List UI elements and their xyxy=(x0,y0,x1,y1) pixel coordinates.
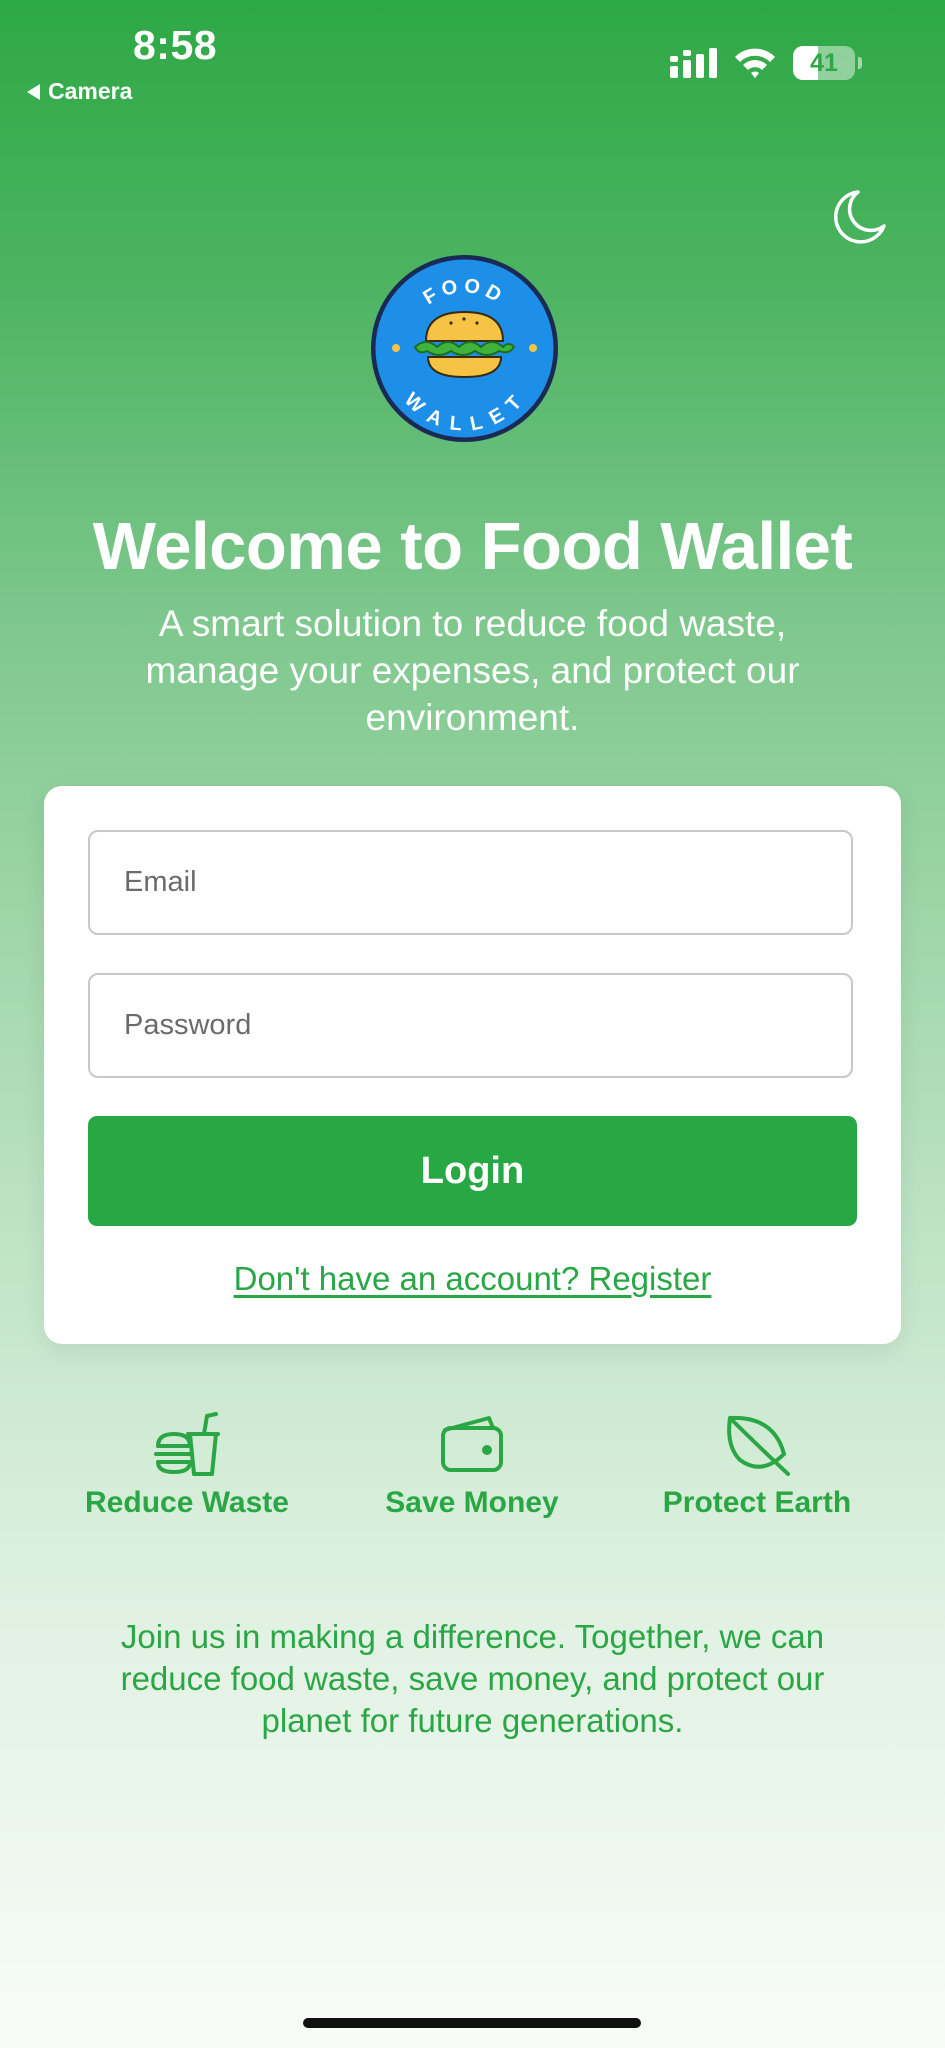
page-title: Welcome to Food Wallet xyxy=(92,509,853,584)
leaf-icon xyxy=(727,1415,790,1476)
password-field[interactable] xyxy=(88,973,853,1078)
subtitle-line: manage your expenses, and protect our xyxy=(145,650,800,691)
food-wallet-logo: FOOD WALLET xyxy=(371,255,558,442)
footer-line: reduce food waste, save money, and prote… xyxy=(120,1660,825,1697)
footer-line: Join us in making a difference. Together… xyxy=(120,1618,825,1655)
back-label: Camera xyxy=(48,78,133,104)
battery-icon: 41 xyxy=(793,46,863,82)
feature-save-money: Save Money xyxy=(342,1410,602,1520)
footer-line: planet for future generations. xyxy=(261,1702,684,1739)
feature-label: Protect Earth xyxy=(662,1486,852,1519)
register-link[interactable]: Don't have an account? Register xyxy=(44,1260,901,1298)
cellular-signal-icon xyxy=(670,48,717,78)
wifi-icon xyxy=(735,48,775,78)
footer-message: Join us in making a difference. Together… xyxy=(70,1616,875,1742)
login-card: Login Don't have an account? Register xyxy=(44,786,901,1344)
back-arrow-icon xyxy=(27,83,40,100)
status-time: 8:58 xyxy=(133,22,218,68)
subtitle-line: A smart solution to reduce food waste, xyxy=(158,603,787,644)
email-field[interactable] xyxy=(88,830,853,935)
fast-food-icon xyxy=(154,1412,220,1476)
login-button[interactable]: Login xyxy=(88,1116,857,1226)
back-to-camera-link[interactable]: Camera xyxy=(27,78,132,105)
subtitle-line: environment. xyxy=(365,697,580,738)
home-indicator[interactable] xyxy=(303,2018,641,2028)
feature-protect-earth: Protect Earth xyxy=(627,1410,887,1520)
feature-reduce-waste: Reduce Waste xyxy=(57,1410,317,1520)
feature-label: Save Money xyxy=(385,1486,559,1519)
feature-label: Reduce Waste xyxy=(85,1486,289,1519)
battery-level: 41 xyxy=(810,48,838,77)
status-bar: 8:58 Camera 41 xyxy=(0,0,945,110)
moon-icon[interactable] xyxy=(828,186,890,248)
page-subtitle: A smart solution to reduce food waste, m… xyxy=(110,600,835,741)
wallet-icon xyxy=(441,1416,503,1472)
